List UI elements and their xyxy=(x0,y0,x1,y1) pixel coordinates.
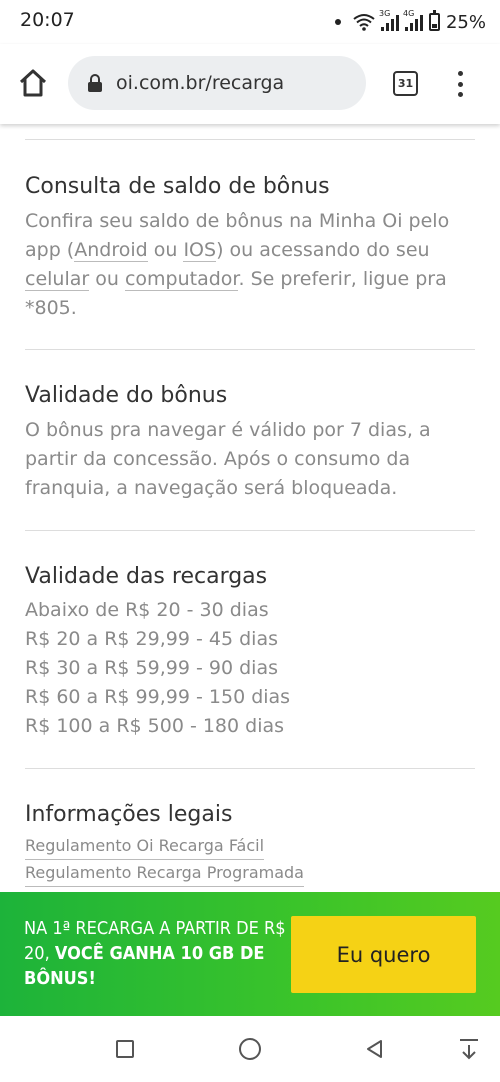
section-legais: Informações legais Regulamento Oi Recarg… xyxy=(25,801,475,887)
section-title: Validade das recargas xyxy=(25,564,268,589)
android-link[interactable]: Android xyxy=(74,239,148,262)
list-item: R$ 30 a R$ 59,99 - 90 dias xyxy=(25,657,278,679)
divider xyxy=(25,139,475,140)
body-text: ou xyxy=(147,239,184,261)
eu-quero-button[interactable]: Eu quero xyxy=(291,916,476,993)
ios-link[interactable]: IOS xyxy=(183,239,217,262)
battery-icon xyxy=(428,10,440,31)
list-item: R$ 100 a R$ 500 - 180 dias xyxy=(25,715,285,737)
divider xyxy=(25,349,475,350)
regulamento-recarga-programada-link[interactable]: Regulamento Recarga Programada xyxy=(25,860,304,887)
promo-text-bold: VOCÊ GANHA 10 GB DE BÔNUS! xyxy=(24,943,265,989)
menu-icon[interactable] xyxy=(452,71,468,97)
promo-banner: NA 1ª RECARGA A PARTIR DE R$ 20, VOCÊ GA… xyxy=(0,892,500,1016)
lock-icon xyxy=(88,74,102,92)
signal-4g-icon: 4G xyxy=(403,9,423,31)
network-tag-4g: 4G xyxy=(402,9,415,18)
validity-list: Abaixo de R$ 20 - 30 dias R$ 20 a R$ 29,… xyxy=(25,596,475,741)
page-content: Consulta de saldo de bônus Confira seu s… xyxy=(0,124,500,892)
section-validade-bonus: Validade do bônus O bônus pra navegar é … xyxy=(25,382,475,503)
home-icon[interactable] xyxy=(16,66,50,100)
address-bar[interactable]: oi.com.br/recarga xyxy=(68,56,366,110)
network-tag-3g: 3G xyxy=(378,9,391,18)
status-icons: 3G 4G 25% xyxy=(334,9,486,35)
divider xyxy=(25,530,475,531)
section-saldo: Consulta de saldo de bônus Confira seu s… xyxy=(25,173,475,323)
back-icon[interactable] xyxy=(364,1038,386,1060)
system-nav-bar xyxy=(0,1016,500,1082)
body-text: ou xyxy=(89,268,125,290)
home-circle-icon[interactable] xyxy=(239,1038,261,1060)
list-item: R$ 20 a R$ 29,99 - 45 dias xyxy=(25,628,278,650)
section-title: Consulta de saldo de bônus xyxy=(25,174,330,199)
list-item: R$ 60 a R$ 99,99 - 150 dias xyxy=(25,686,291,708)
section-body: Confira seu saldo de bônus na Minha Oi p… xyxy=(25,207,475,323)
url-text: oi.com.br/recarga xyxy=(116,72,285,94)
signal-3g-icon: 3G xyxy=(379,9,399,31)
computador-link[interactable]: computador xyxy=(124,268,239,291)
status-time: 20:07 xyxy=(20,9,75,31)
notification-dot-icon xyxy=(334,19,341,25)
promo-text: NA 1ª RECARGA A PARTIR DE R$ 20, VOCÊ GA… xyxy=(24,916,294,991)
section-body: O bônus pra navegar é válido por 7 dias,… xyxy=(25,419,431,499)
section-title: Informações legais xyxy=(25,802,233,827)
notifications-pull-icon[interactable] xyxy=(458,1037,480,1061)
divider xyxy=(25,768,475,769)
section-title: Validade do bônus xyxy=(25,383,228,408)
battery-percent: 25% xyxy=(445,11,486,33)
celular-link[interactable]: celular xyxy=(25,268,90,291)
status-bar: 20:07 3G 4G 25% xyxy=(0,0,500,44)
section-validade-recargas: Validade das recargas Abaixo de R$ 20 - … xyxy=(25,563,475,741)
recents-icon[interactable] xyxy=(116,1040,134,1058)
body-text: ) ou acessando do seu xyxy=(216,239,430,261)
wifi-icon xyxy=(353,14,375,31)
list-item: Abaixo de R$ 20 - 30 dias xyxy=(25,599,269,621)
tabs-button[interactable]: 31 xyxy=(393,71,418,96)
browser-toolbar: oi.com.br/recarga 31 xyxy=(0,44,500,124)
regulamento-recarga-facil-link[interactable]: Regulamento Oi Recarga Fácil xyxy=(25,833,265,860)
